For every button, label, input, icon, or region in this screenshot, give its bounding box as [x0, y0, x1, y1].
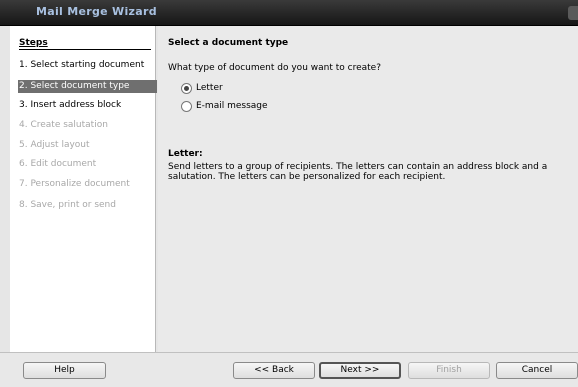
- email-radio-button[interactable]: [181, 100, 192, 112]
- window-title: Mail Merge Wizard: [36, 5, 157, 18]
- steps-panel: Steps 1. Select starting document 2. Sel…: [10, 26, 157, 352]
- step-adjust-layout: 5. Adjust layout: [19, 140, 90, 150]
- step-personalize-document: 7. Personalize document: [19, 179, 130, 189]
- page-heading: Select a document type: [168, 38, 289, 48]
- step-select-document-type[interactable]: 2. Select document type: [18, 80, 157, 93]
- title-bar[interactable]: Mail Merge Wizard: [0, 0, 578, 26]
- mail-merge-wizard-window: Mail Merge Wizard Steps 1. Select starti…: [0, 0, 578, 387]
- document-type-question: What type of document do you want to cre…: [168, 63, 381, 73]
- description-text: Send letters to a group of recipients. T…: [168, 162, 548, 182]
- window-control-icon[interactable]: [568, 6, 578, 20]
- email-option[interactable]: E-mail message: [181, 99, 268, 113]
- step-save-print-send: 8. Save, print or send: [19, 200, 116, 210]
- step-edit-document: 6. Edit document: [19, 159, 97, 169]
- step-create-salutation: 4. Create salutation: [19, 120, 108, 130]
- back-button[interactable]: << Back: [233, 362, 315, 379]
- letter-option-label[interactable]: Letter: [196, 83, 223, 93]
- step-select-starting-document[interactable]: 1. Select starting document: [18, 59, 157, 72]
- button-bar: Help << Back Next >> Finish Cancel: [0, 352, 578, 387]
- next-button[interactable]: Next >>: [319, 362, 401, 379]
- main-content: Select a document type What type of docu…: [158, 26, 578, 352]
- finish-button: Finish: [408, 362, 490, 379]
- help-button[interactable]: Help: [23, 362, 106, 379]
- steps-title: Steps: [19, 38, 151, 50]
- step-insert-address-block[interactable]: 3. Insert address block: [18, 99, 157, 112]
- email-option-label[interactable]: E-mail message: [196, 101, 268, 111]
- cancel-button[interactable]: Cancel: [496, 362, 578, 379]
- letter-radio-button[interactable]: [181, 82, 192, 94]
- letter-option[interactable]: Letter: [181, 81, 223, 95]
- description-title: Letter:: [168, 149, 203, 159]
